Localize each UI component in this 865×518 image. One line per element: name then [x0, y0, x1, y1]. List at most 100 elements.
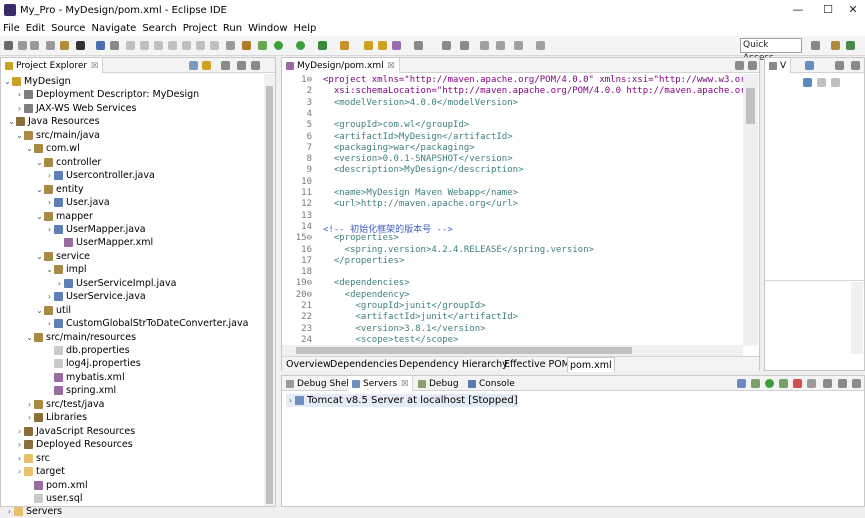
chevron-down-icon[interactable]: ⌄ [35, 250, 44, 263]
tree-item[interactable]: user.sql [25, 492, 83, 505]
tab-servers[interactable]: Servers ☒ [348, 376, 414, 391]
prev-annotation-icon[interactable] [460, 41, 469, 50]
tree-item[interactable]: mybatis.xml [45, 371, 125, 384]
chevron-right-icon[interactable]: › [45, 223, 54, 236]
run-icon[interactable] [296, 41, 305, 50]
tab-overview[interactable]: Overview [284, 357, 333, 372]
print-icon[interactable] [46, 41, 55, 50]
chevron-down-icon[interactable]: ⌄ [45, 263, 54, 276]
chevron-down-icon[interactable]: ⌄ [15, 129, 24, 142]
suspend-icon[interactable] [140, 41, 149, 50]
menu-navigate[interactable]: Navigate [91, 23, 136, 34]
code-line[interactable]: <artifactId>junit</artifactId> [323, 312, 519, 322]
code-line[interactable]: <dependencies> [323, 278, 410, 288]
maximize-view-icon[interactable] [851, 61, 860, 70]
tree-item[interactable]: ⌄ entity [35, 183, 83, 196]
tree-item[interactable]: ⌄ controller [35, 156, 101, 169]
code-line[interactable]: <url>http://maven.apache.org</url> [323, 199, 518, 209]
last-edit-icon[interactable] [480, 41, 489, 50]
tree-item[interactable]: spring.xml [45, 384, 116, 397]
code-line[interactable]: <spring.version>4.2.4.RELEASE</spring.ve… [323, 245, 594, 255]
tab-console[interactable]: Console [464, 376, 519, 391]
publish-icon[interactable] [807, 379, 816, 388]
use-step-filters-icon[interactable] [226, 41, 235, 50]
filter-icon[interactable] [817, 78, 826, 87]
collapse-all-icon[interactable] [189, 61, 198, 70]
tab-debug-shell[interactable]: Debug Shell [282, 376, 355, 391]
tree-item[interactable]: › target [15, 465, 65, 478]
code-line[interactable]: <version>0.0.1-SNAPSHOT</version> [323, 154, 513, 164]
save-icon[interactable] [18, 41, 27, 50]
chevron-down-icon[interactable]: ⌄ [25, 331, 34, 344]
minimize-view-icon[interactable] [835, 61, 844, 70]
tree-item[interactable]: › UserMapper.java [45, 223, 146, 236]
tree-item[interactable]: db.properties [45, 344, 130, 357]
minimize-editor-icon[interactable] [735, 61, 744, 70]
explorer-scrollbar[interactable] [264, 74, 275, 506]
tree-item[interactable]: › Deployment Descriptor: MyDesign [15, 88, 199, 101]
tree-item[interactable]: ⌄ service [35, 250, 90, 263]
outline-scrollbar[interactable] [851, 282, 863, 354]
tree-item[interactable]: ⌄ mapper [35, 210, 93, 223]
debug-perspective-icon[interactable] [846, 41, 855, 50]
chevron-right-icon[interactable]: › [45, 290, 54, 303]
tree-item[interactable]: ⌄ com.wl [25, 142, 80, 155]
step-over-icon[interactable] [196, 41, 205, 50]
skip-all-icon[interactable] [258, 41, 267, 50]
view-menu-icon[interactable] [823, 379, 832, 388]
chevron-down-icon[interactable]: ⌄ [3, 75, 12, 88]
chevron-down-icon[interactable]: ⌄ [7, 115, 16, 128]
chevron-right-icon[interactable]: › [55, 277, 64, 290]
menu-source[interactable]: Source [51, 23, 85, 34]
server-row[interactable]: › Tomcat v8.5 Server at localhost [Stopp… [286, 394, 518, 407]
menu-run[interactable]: Run [223, 23, 242, 34]
code-line[interactable]: <description>MyDesign</description> [323, 165, 524, 175]
chevron-right-icon[interactable]: › [45, 317, 54, 330]
tab-pom-xml-source[interactable]: pom.xml [567, 357, 615, 372]
close-icon[interactable]: ☒ [401, 377, 408, 391]
collapse-icon[interactable] [737, 379, 746, 388]
chevron-down-icon[interactable]: ⌄ [35, 304, 44, 317]
open-task-icon[interactable] [378, 41, 387, 50]
chevron-down-icon[interactable]: ⌄ [35, 156, 44, 169]
close-icon[interactable]: ☒ [91, 59, 98, 73]
tab-dependency-hierarchy[interactable]: Dependency Hierarchy [397, 357, 510, 372]
code-line[interactable]: <modelVersion>4.0.0</modelVersion> [323, 98, 518, 108]
chevron-right-icon[interactable]: › [15, 452, 24, 465]
tree-item[interactable]: › Servers [5, 505, 62, 518]
editor-vscrollbar[interactable] [743, 74, 758, 346]
chevron-right-icon[interactable]: › [5, 505, 14, 518]
skip-breakpoints-icon[interactable] [110, 41, 119, 50]
code-line[interactable]: <dependency> [323, 290, 410, 300]
chevron-right-icon[interactable]: › [15, 88, 24, 101]
tree-item[interactable]: › src [15, 452, 50, 465]
chevron-right-icon[interactable]: › [25, 398, 34, 411]
disconnect-icon[interactable] [168, 41, 177, 50]
step-return-icon[interactable] [210, 41, 219, 50]
sort-icon[interactable] [803, 78, 812, 87]
terminal-icon[interactable] [96, 41, 105, 50]
close-button[interactable]: ✕ [836, 0, 865, 20]
close-icon[interactable]: ☒ [388, 59, 395, 73]
menu-file[interactable]: File [3, 23, 20, 34]
tree-item[interactable]: › Libraries [25, 411, 87, 424]
tree-item[interactable]: › JAX-WS Web Services [15, 102, 137, 115]
annotation-icon[interactable] [414, 41, 423, 50]
open-folder-icon[interactable] [364, 41, 373, 50]
quick-access-field[interactable]: Quick Access [740, 38, 802, 63]
tree-item[interactable]: › src/test/java [25, 398, 105, 411]
stop-server-icon[interactable] [793, 379, 802, 388]
code-line[interactable]: <project xmlns="http://maven.apache.org/… [323, 75, 744, 85]
menu-window[interactable]: Window [248, 23, 287, 34]
tree-item[interactable]: › User.java [45, 196, 110, 209]
tab-debug[interactable]: Debug [414, 376, 463, 391]
tab-outline[interactable]: V [765, 58, 792, 73]
maximize-view-icon[interactable] [251, 61, 260, 70]
outline-view-menu-icon[interactable] [831, 78, 840, 87]
tree-item[interactable]: ⌄ impl [45, 263, 86, 276]
tree-item[interactable]: ⌄ Java Resources [7, 115, 99, 128]
tab-pom-xml[interactable]: MyDesign/pom.xml ☒ [282, 58, 400, 73]
coverage-icon[interactable] [318, 41, 327, 50]
tree-item[interactable]: › Deployed Resources [15, 438, 133, 451]
chevron-right-icon[interactable]: › [15, 438, 24, 451]
